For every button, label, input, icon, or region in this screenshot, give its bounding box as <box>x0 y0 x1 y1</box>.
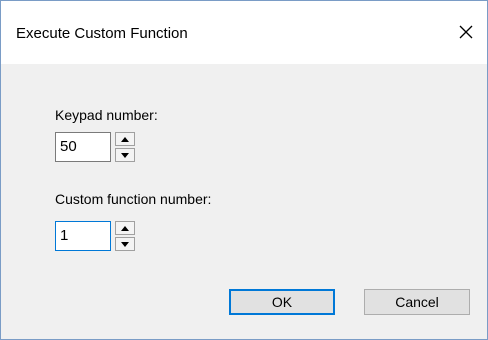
close-icon <box>459 25 473 39</box>
close-button[interactable] <box>451 17 481 47</box>
spin-down-icon <box>121 241 129 247</box>
function-spin-up-button[interactable] <box>115 221 135 235</box>
keypad-spin-down-button[interactable] <box>115 148 135 162</box>
keypad-spin-up-button[interactable] <box>115 132 135 146</box>
cancel-button[interactable]: Cancel <box>364 289 470 315</box>
spin-up-icon <box>121 225 129 231</box>
spin-down-icon <box>121 152 129 158</box>
title-bar: Execute Custom Function <box>1 1 487 64</box>
keypad-number-label: Keypad number: <box>55 107 158 123</box>
function-spin-down-button[interactable] <box>115 237 135 251</box>
ok-button[interactable]: OK <box>229 289 335 315</box>
custom-function-number-label: Custom function number: <box>55 191 212 207</box>
dialog-title: Execute Custom Function <box>16 25 188 42</box>
spin-up-icon <box>121 136 129 142</box>
function-spin-buttons <box>115 221 135 251</box>
custom-function-number-input[interactable]: 1 <box>55 221 111 251</box>
keypad-spin-buttons <box>115 132 135 162</box>
keypad-number-input[interactable]: 50 <box>55 132 111 162</box>
dialog-window: Execute Custom Function Keypad number: 5… <box>0 0 488 340</box>
